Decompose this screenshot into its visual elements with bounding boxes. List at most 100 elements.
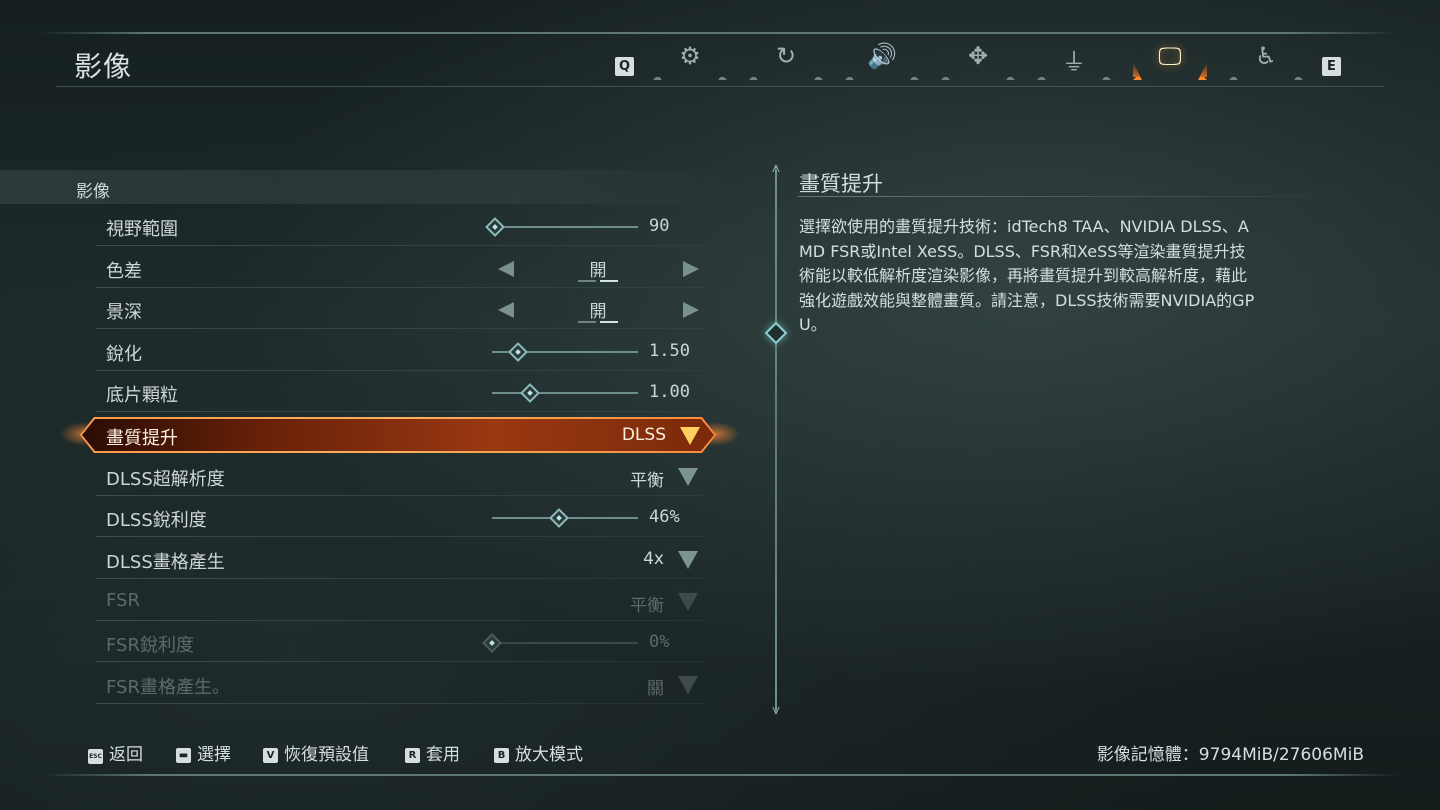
dropdown-value: DLSS xyxy=(621,425,666,445)
row-divider xyxy=(96,661,704,662)
scroll-up-cap-icon: ⩚ xyxy=(772,160,780,176)
row-divider xyxy=(96,620,704,621)
setting-row[interactable]: 畫質提升 DLSS xyxy=(80,417,716,453)
slider-value: 46% xyxy=(649,507,680,527)
toggle-indicator-off xyxy=(578,321,596,323)
slider-value: 1.50 xyxy=(649,341,690,361)
description-title: 畫質提升 xyxy=(799,172,883,196)
scroll-down-cap-icon: ⩛ xyxy=(772,702,780,718)
tab-accessibility[interactable]: ♿ xyxy=(1227,40,1305,82)
dropdown-arrow-icon[interactable] xyxy=(678,551,698,569)
restore-defaults-hint[interactable]: V 恢復預設值 xyxy=(263,740,369,765)
zoom-mode-hint[interactable]: B 放大模式 xyxy=(494,740,583,765)
description-divider xyxy=(798,196,1358,197)
setting-row[interactable]: 底片顆粒 1.00 xyxy=(96,374,704,412)
move-icon: ✥ xyxy=(967,42,989,70)
arrow-left-icon[interactable] xyxy=(498,261,514,277)
accessibility-icon: ♿ xyxy=(1255,42,1277,70)
setting-label: FSR銳利度 xyxy=(106,635,194,656)
toggle-indicator-off xyxy=(578,280,596,282)
setting-row: FSR銳利度 0% xyxy=(96,624,704,662)
header-divider xyxy=(56,86,1384,87)
slider-track[interactable] xyxy=(492,226,638,228)
tab-move[interactable]: ✥ xyxy=(939,40,1017,82)
setting-row[interactable]: DLSS銳利度 46% xyxy=(96,499,704,537)
setting-label: 視野範圍 xyxy=(106,219,178,240)
slider-value: 0% xyxy=(649,632,670,652)
tab-speaker[interactable]: 🔊 xyxy=(843,40,921,82)
arrow-right-icon[interactable] xyxy=(683,302,699,318)
slider-thumb[interactable] xyxy=(520,383,540,403)
row-divider xyxy=(96,245,704,246)
key-badge-icon: ESC xyxy=(88,749,103,764)
scrollbar-track[interactable] xyxy=(775,170,777,710)
back-hint[interactable]: ESC 返回 xyxy=(88,740,143,765)
next-tab-key[interactable]: E xyxy=(1322,57,1341,76)
vram-usage: 影像記憶體：9794MiB/27606MiB xyxy=(1096,745,1364,765)
row-divider xyxy=(96,495,704,496)
slider-thumb[interactable] xyxy=(549,508,570,528)
setting-label: DLSS超解析度 xyxy=(106,469,225,490)
tab-refresh[interactable]: ↻ xyxy=(747,40,825,82)
bottom-frame-line xyxy=(40,774,1400,776)
row-divider xyxy=(96,703,704,704)
setting-row[interactable]: DLSS超解析度 平衡 xyxy=(96,458,704,496)
row-divider xyxy=(96,370,704,371)
setting-label: FSR xyxy=(106,590,140,611)
section-header-band xyxy=(0,170,735,204)
row-divider xyxy=(96,328,704,329)
section-title: 影像 xyxy=(76,182,110,202)
setting-label: DLSS銳利度 xyxy=(106,510,207,531)
setting-label: DLSS畫格產生 xyxy=(106,552,225,573)
setting-label: 景深 xyxy=(106,302,142,323)
setting-row[interactable]: DLSS畫格產生 4x xyxy=(96,541,704,579)
dropdown-arrow-icon xyxy=(678,593,698,611)
monitor-icon: 🖵 xyxy=(1158,42,1182,70)
prev-tab-key[interactable]: Q xyxy=(615,57,634,76)
row-divider xyxy=(96,287,704,288)
tab-monitor[interactable]: 🖵 xyxy=(1131,40,1209,82)
scrollbar-thumb[interactable] xyxy=(764,321,788,345)
row-divider xyxy=(96,411,704,412)
top-frame-line xyxy=(40,32,1400,34)
setting-row[interactable]: 景深 開 xyxy=(96,291,704,329)
setting-row[interactable]: 銳化 1.50 xyxy=(96,333,704,371)
setting-row[interactable]: 視野範圍 90 xyxy=(96,208,704,246)
page-title: 影像 xyxy=(74,50,133,83)
dropdown-value: 平衡 xyxy=(630,596,664,616)
slider-thumb[interactable] xyxy=(508,342,529,362)
dropdown-value: 4x xyxy=(643,549,664,569)
slider-track[interactable] xyxy=(492,392,638,394)
refresh-icon: ↻ xyxy=(775,42,797,70)
hint-label: 選擇 xyxy=(197,745,231,765)
row-divider xyxy=(96,578,704,579)
arrow-right-icon[interactable] xyxy=(683,261,699,277)
setting-label: 底片顆粒 xyxy=(106,385,178,406)
key-badge-icon: R xyxy=(405,748,420,763)
key-badge-icon: B xyxy=(494,748,509,763)
toggle-value: 開 xyxy=(589,302,607,322)
select-hint[interactable]: ▬ 選擇 xyxy=(176,740,231,765)
slider-thumb[interactable] xyxy=(485,217,505,237)
speaker-icon: 🔊 xyxy=(867,42,897,70)
setting-row[interactable]: 色差 開 xyxy=(96,250,704,288)
apply-hint[interactable]: R 套用 xyxy=(405,740,460,765)
setting-label: 銳化 xyxy=(106,344,142,365)
toggle-indicator-on xyxy=(600,280,618,282)
tab-joystick[interactable]: ⏚ xyxy=(1035,40,1113,82)
hint-label: 放大模式 xyxy=(515,745,583,765)
slider-thumb xyxy=(482,633,502,653)
hint-label: 套用 xyxy=(426,745,460,765)
setting-label: FSR畫格產生。 xyxy=(106,677,230,698)
arrow-left-icon[interactable] xyxy=(498,302,514,318)
key-badge-icon: V xyxy=(263,748,278,763)
setting-label: 畫質提升 xyxy=(106,428,178,449)
tab-gears[interactable]: ⚙ xyxy=(651,40,729,82)
hint-label: 返回 xyxy=(109,745,143,765)
dropdown-arrow-icon[interactable] xyxy=(680,427,700,445)
slider-track xyxy=(492,642,638,644)
toggle-indicator-on xyxy=(600,321,618,323)
slider-value: 90 xyxy=(649,216,670,236)
slider-value: 1.00 xyxy=(649,382,690,402)
dropdown-arrow-icon[interactable] xyxy=(678,468,698,486)
